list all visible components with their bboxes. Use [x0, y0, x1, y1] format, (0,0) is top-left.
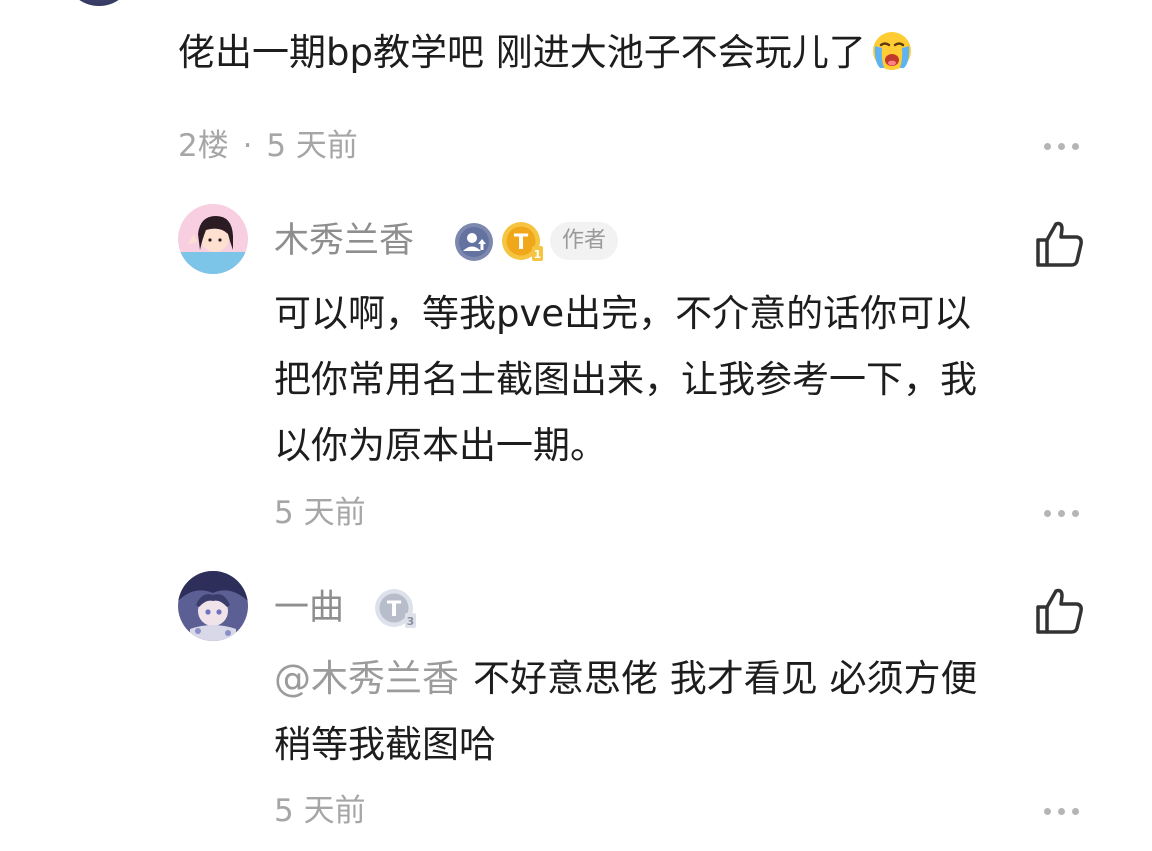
- author-tag: 作者: [550, 222, 619, 260]
- reply-username[interactable]: 一曲: [274, 586, 344, 630]
- reply-line: 把你常用名士截图出来，让我参考一下，我: [274, 358, 977, 401]
- floor-comment-body: 佬出一期bp教学吧 刚进大池子不会玩儿了: [178, 31, 866, 74]
- avatar[interactable]: [178, 204, 248, 274]
- svg-text:T: T: [514, 230, 529, 254]
- crying-face-icon: [872, 32, 911, 70]
- avatar-image: [178, 571, 248, 641]
- reply-line-text: 不好意思佬 我才看见 必须方便: [473, 657, 978, 700]
- avatar-image: [178, 204, 248, 274]
- svg-text:3: 3: [407, 615, 415, 628]
- reply-line: 稍等我截图哈: [274, 723, 496, 766]
- reply-content: @木秀兰香 不好意思佬 我才看见 必须方便 稍等我截图哈: [274, 646, 1094, 778]
- svg-text:1: 1: [534, 248, 542, 261]
- reply-line: 以你为原本出一期。: [274, 424, 607, 467]
- svg-text:T: T: [387, 597, 402, 621]
- floor-avatar[interactable]: [64, 0, 134, 6]
- mention-link[interactable]: @木秀兰香: [274, 657, 459, 700]
- like-icon[interactable]: [1034, 218, 1086, 270]
- floor-meta: 2楼 · 5 天前: [178, 126, 358, 166]
- reply-username[interactable]: 木秀兰香: [274, 219, 414, 263]
- reply-time: 5 天前: [274, 495, 366, 531]
- reply-time: 5 天前: [274, 793, 366, 829]
- reply-line: @木秀兰香 不好意思佬 我才看见 必须方便: [274, 646, 1094, 712]
- more-icon[interactable]: [1044, 141, 1080, 151]
- reply-line: 可以啊，等我pve出完，不介意的话你可以: [274, 292, 972, 335]
- t3-level-icon: T 3: [375, 589, 416, 628]
- more-icon[interactable]: [1044, 508, 1080, 518]
- more-icon[interactable]: [1044, 806, 1080, 816]
- avatar[interactable]: [178, 571, 248, 641]
- upload-level-icon: [455, 223, 493, 261]
- floor-time: 5 天前: [266, 128, 358, 164]
- reply-content: 可以啊，等我pve出完，不介意的话你可以 把你常用名士截图出来，让我参考一下，我…: [274, 281, 1094, 479]
- like-icon[interactable]: [1034, 585, 1086, 637]
- t1-level-icon: T 1: [502, 222, 543, 261]
- meta-dot: ·: [242, 128, 253, 164]
- floor-number: 2楼: [178, 128, 229, 164]
- floor-comment-text: 佬出一期bp教学吧 刚进大池子不会玩儿了: [178, 28, 914, 78]
